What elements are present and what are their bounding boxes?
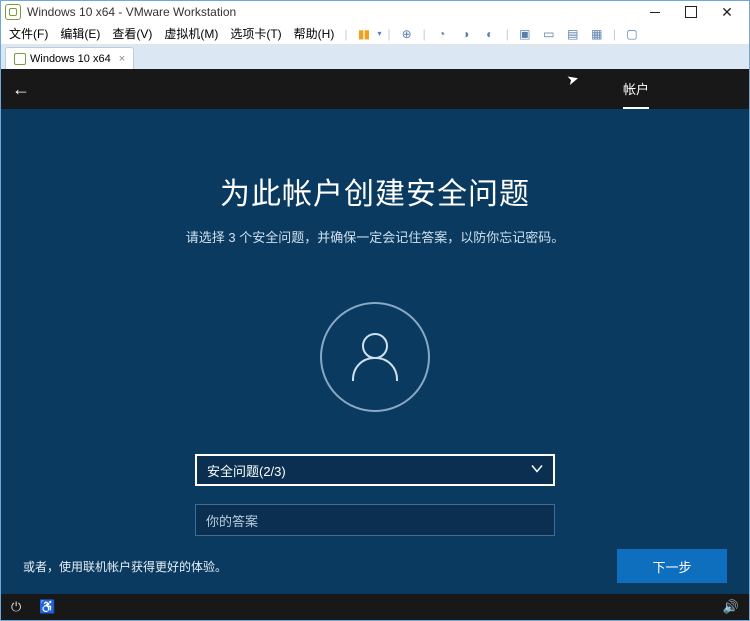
toolbar-snapshot-revert-icon[interactable]: ◑ [458, 26, 474, 42]
vm-tab-win10[interactable]: Windows 10 x64 × [5, 47, 134, 69]
separator: | [611, 27, 618, 41]
vm-tab-close-icon[interactable]: × [119, 53, 125, 65]
vm-tab-label: Windows 10 x64 [30, 53, 111, 65]
vmware-titlebar: Windows 10 x64 - VMware Workstation ✕ [1, 1, 749, 23]
toolbar-seamless-icon[interactable]: ▤ [565, 26, 581, 42]
menu-vm[interactable]: 虚拟机(M) [160, 25, 222, 42]
vm-tab-icon [14, 53, 26, 65]
vmware-tabrow: Windows 10 x64 × [1, 45, 749, 69]
menu-view[interactable]: 查看(V) [108, 25, 156, 42]
toolbar-library-icon[interactable]: ▢ [624, 26, 640, 42]
power-icon[interactable]: ⏻ [11, 599, 21, 615]
next-button-label: 下一步 [652, 557, 691, 576]
chevron-down-icon [529, 461, 545, 480]
setup-topbar: ← ➤ 帐户 [1, 69, 749, 109]
setup-status-bar: ⏻ ♿ 🔊 [1, 594, 749, 620]
setup-top-tab-label: 帐户 [623, 79, 649, 98]
mouse-cursor-icon: ➤ [565, 70, 581, 89]
user-avatar-icon [320, 302, 430, 412]
window-close-button[interactable]: ✕ [709, 1, 745, 23]
setup-bottom-bar: 或者，使用联机帐户获得更好的体验。 下一步 [1, 538, 749, 594]
security-question-select-label: 安全问题(2/3) [207, 461, 286, 480]
window-maximize-button[interactable] [673, 1, 709, 23]
separator: | [385, 27, 392, 41]
toolbar-pause-icon[interactable]: ▮▮ [355, 26, 371, 42]
toolbar-send-keys-icon[interactable]: ⊕ [399, 26, 415, 42]
menu-file[interactable]: 文件(F) [5, 25, 52, 42]
toolbar-snapshot-manager-icon[interactable]: ◐ [482, 26, 498, 42]
separator: | [421, 27, 428, 41]
next-button[interactable]: 下一步 [617, 549, 727, 583]
menu-help[interactable]: 帮助(H) [290, 25, 339, 42]
separator: | [504, 27, 511, 41]
security-question-select[interactable]: 安全问题(2/3) [195, 454, 555, 486]
toolbar-unity-icon[interactable]: ▭ [541, 26, 557, 42]
setup-subtitle: 请选择 3 个安全问题，并确保一定会记住答案，以防你忘记密码。 [186, 227, 564, 246]
vmware-menubar: 文件(F) 编辑(E) 查看(V) 虚拟机(M) 选项卡(T) 帮助(H) | … [1, 23, 749, 45]
toolbar-console-icon[interactable]: ▦ [589, 26, 605, 42]
back-button[interactable]: ← [1, 69, 41, 109]
toolbar-fullscreen-icon[interactable]: ▣ [517, 26, 533, 42]
setup-body: 为此帐户创建安全问题 请选择 3 个安全问题，并确保一定会记住答案，以防你忘记密… [1, 109, 749, 594]
use-online-account-link[interactable]: 或者，使用联机帐户获得更好的体验。 [23, 558, 227, 575]
answer-input[interactable]: 你的答案 [195, 504, 555, 536]
guest-display: ← ➤ 帐户 为此帐户创建安全问题 请选择 3 个安全问题，并确保一定会记住答案… [1, 69, 749, 620]
separator: | [342, 27, 349, 41]
toolbar-dropdown-icon[interactable]: ▾ [377, 29, 381, 38]
volume-icon[interactable]: 🔊 [723, 599, 739, 615]
accessibility-icon[interactable]: ♿ [39, 599, 55, 615]
setup-title: 为此帐户创建安全问题 [220, 169, 530, 213]
back-arrow-icon: ← [12, 79, 30, 100]
answer-input-placeholder: 你的答案 [206, 511, 258, 530]
window-minimize-button[interactable] [637, 1, 673, 23]
vmware-app-icon [5, 4, 21, 20]
menu-edit[interactable]: 编辑(E) [56, 25, 104, 42]
vmware-window: Windows 10 x64 - VMware Workstation ✕ 文件… [0, 0, 750, 621]
menu-tabs[interactable]: 选项卡(T) [226, 25, 285, 42]
toolbar-snapshot-icon[interactable]: ◔ [434, 26, 450, 42]
vmware-app-title: Windows 10 x64 - VMware Workstation [27, 5, 236, 19]
person-icon [345, 327, 405, 387]
setup-top-tab-account[interactable]: 帐户 [623, 69, 649, 109]
